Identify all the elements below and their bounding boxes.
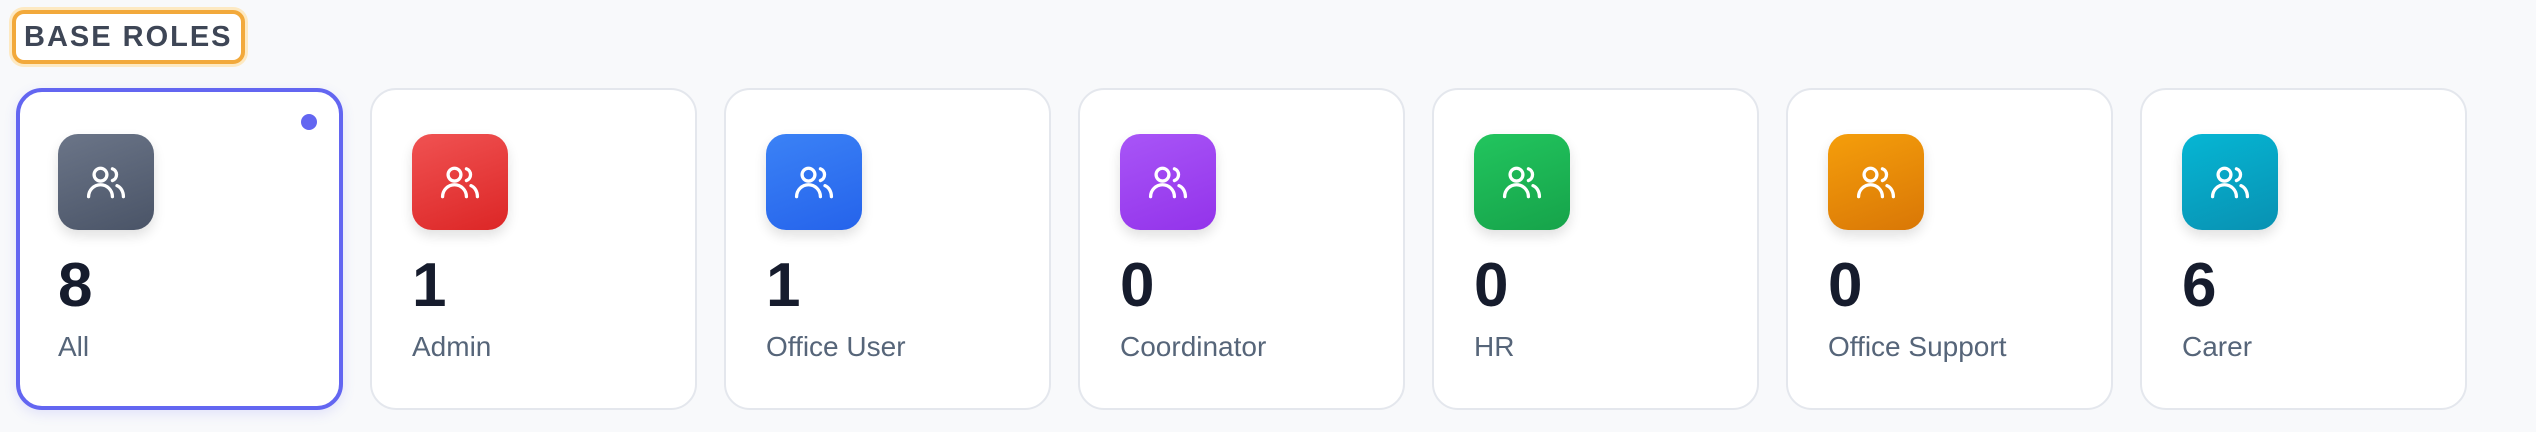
role-icon-box [766,134,862,230]
role-label: All [58,331,90,362]
role-cards: 8 All 1 Admin 1 Office User 0 Coordinato… [16,88,2467,410]
role-count: 0 [1828,251,1863,320]
role-card-all[interactable]: 8 All [16,88,343,410]
role-icon-box [2182,134,2278,230]
role-label: Coordinator [1120,331,1267,362]
users-icon [1148,166,1188,199]
role-card-coordinator[interactable]: 0 Coordinator [1078,88,1405,410]
role-count: 6 [2182,251,2217,320]
role-card-admin[interactable]: 1 Admin [370,88,697,410]
users-icon [794,166,834,199]
users-icon [2210,166,2250,199]
role-card-hr[interactable]: 0 HR [1432,88,1759,410]
role-card-office-user[interactable]: 1 Office User [724,88,1051,410]
role-label: Office Support [1828,331,2007,362]
role-label: Office User [766,331,906,362]
users-icon [1502,166,1542,199]
selected-indicator [301,114,317,130]
role-count: 1 [766,251,801,320]
role-count: 0 [1474,251,1509,320]
role-card-office-support[interactable]: 0 Office Support [1786,88,2113,410]
role-icon-box [58,134,154,230]
users-icon [1856,166,1896,199]
role-count: 8 [58,251,93,320]
role-icon-box [1828,134,1924,230]
users-icon [440,166,480,199]
section-title: BASE ROLES [12,10,245,64]
role-icon-box [1120,134,1216,230]
role-icon-box [412,134,508,230]
role-label: HR [1474,331,1515,362]
role-icon-box [1474,134,1570,230]
users-icon [86,166,126,199]
role-count: 0 [1120,251,1155,320]
role-label: Carer [2182,331,2253,362]
role-count: 1 [412,251,447,320]
role-label: Admin [412,331,492,362]
role-card-carer[interactable]: 6 Carer [2140,88,2467,410]
